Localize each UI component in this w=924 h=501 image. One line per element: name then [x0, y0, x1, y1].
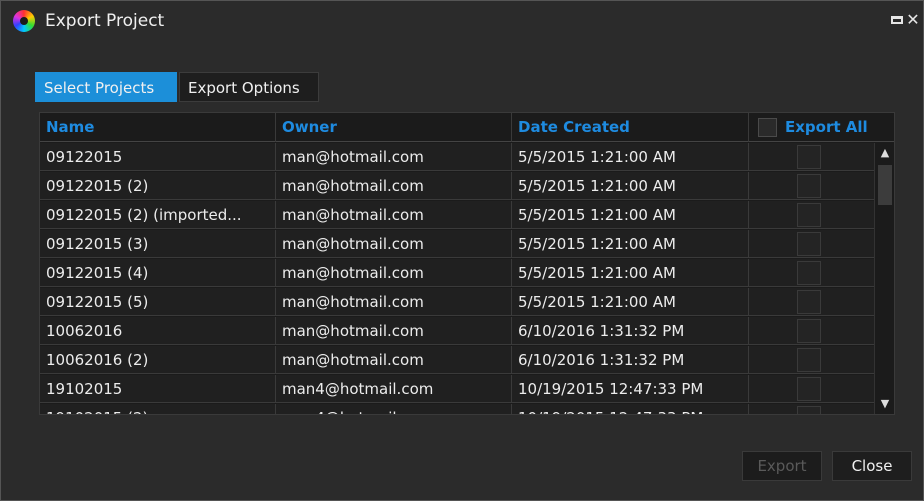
table-row[interactable]: 09122015 (4) man@hotmail.com 5/5/2015 1:21…: [40, 259, 874, 287]
column-header-date-created[interactable]: Date Created: [512, 113, 749, 142]
export-checkbox[interactable]: [797, 377, 821, 401]
cell-export: [749, 288, 874, 316]
export-button[interactable]: Export: [742, 451, 822, 481]
cell-owner: man@hotmail.com: [276, 288, 512, 316]
close-icon[interactable]: ✕: [906, 11, 920, 29]
cell-date-created: 6/10/2016 1:31:32 PM: [512, 317, 749, 345]
projects-grid: Name Owner Date Created Export All 09122…: [39, 112, 895, 415]
export-all-label: Export All: [785, 118, 868, 136]
cell-owner: man4@hotmail.com: [276, 404, 512, 414]
table-row[interactable]: 09122015 (2) man@hotmail.com 5/5/2015 1:21…: [40, 172, 874, 200]
title-bar[interactable]: Export Project ✕: [1, 1, 923, 41]
cell-export: [749, 375, 874, 403]
cell-date-created: 10/19/2015 12:47:33 PM: [512, 375, 749, 403]
cell-owner: man@hotmail.com: [276, 259, 512, 287]
grid-header: Name Owner Date Created Export All: [40, 113, 894, 142]
cell-owner: man@hotmail.com: [276, 201, 512, 229]
vertical-scrollbar[interactable]: ▲ ▼: [874, 143, 894, 414]
cell-date-created: 5/5/2015 1:21:00 AM: [512, 259, 749, 287]
export-checkbox[interactable]: [797, 174, 821, 198]
close-button[interactable]: Close: [832, 451, 912, 481]
cell-owner: man@hotmail.com: [276, 346, 512, 374]
cell-date-created: 5/5/2015 1:21:00 AM: [512, 201, 749, 229]
cell-export: [749, 201, 874, 229]
cell-owner: man@hotmail.com: [276, 230, 512, 258]
cell-name: 09122015: [40, 143, 276, 171]
cell-name: 10062016: [40, 317, 276, 345]
tab-select-projects[interactable]: Select Projects: [35, 72, 177, 102]
cell-date-created: 5/5/2015 1:21:00 AM: [512, 230, 749, 258]
dialog-title: Export Project: [45, 11, 165, 31]
cell-export: [749, 346, 874, 374]
table-row[interactable]: 09122015 (2) (imported... man@hotmail.com…: [40, 201, 874, 229]
cell-owner: man@hotmail.com: [276, 317, 512, 345]
maximize-icon[interactable]: [890, 11, 904, 29]
cell-name: 09122015 (4): [40, 259, 276, 287]
cell-date-created: 5/5/2015 1:21:00 AM: [512, 288, 749, 316]
cell-name: 09122015 (3): [40, 230, 276, 258]
export-checkbox[interactable]: [797, 145, 821, 169]
export-project-dialog: Export Project ✕ Select Projects Export …: [0, 0, 924, 501]
table-row[interactable]: 09122015 man@hotmail.com 5/5/2015 1:21:00 …: [40, 143, 874, 171]
table-row[interactable]: 19102015 man4@hotmail.com 10/19/2015 12:47…: [40, 375, 874, 403]
export-checkbox[interactable]: [797, 348, 821, 372]
cell-export: [749, 404, 874, 414]
cell-owner: man4@hotmail.com: [276, 375, 512, 403]
scroll-up-arrow-icon[interactable]: ▲: [878, 147, 892, 159]
table-row[interactable]: 09122015 (3) man@hotmail.com 5/5/2015 1:21…: [40, 230, 874, 258]
cell-date-created: 6/10/2016 1:31:32 PM: [512, 346, 749, 374]
export-checkbox[interactable]: [797, 406, 821, 414]
export-all-checkbox[interactable]: [758, 118, 777, 137]
cell-date-created: 5/5/2015 1:21:00 AM: [512, 172, 749, 200]
table-row[interactable]: 09122015 (5) man@hotmail.com 5/5/2015 1:21…: [40, 288, 874, 316]
cell-export: [749, 172, 874, 200]
scrollbar-thumb[interactable]: [878, 165, 892, 205]
column-header-owner[interactable]: Owner: [276, 113, 512, 142]
cell-export: [749, 143, 874, 171]
cell-export: [749, 230, 874, 258]
cell-name: 09122015 (5): [40, 288, 276, 316]
table-row[interactable]: 10062016 (2) man@hotmail.com 6/10/2016 1:3…: [40, 346, 874, 374]
cell-name: 19102015: [40, 375, 276, 403]
cell-export: [749, 317, 874, 345]
cell-date-created: 10/19/2015 12:47:33 PM: [512, 404, 749, 414]
tab-export-options[interactable]: Export Options: [179, 72, 319, 102]
column-header-name[interactable]: Name: [40, 113, 276, 142]
export-checkbox[interactable]: [797, 203, 821, 227]
cell-owner: man@hotmail.com: [276, 143, 512, 171]
cell-name: 09122015 (2): [40, 172, 276, 200]
table-row[interactable]: 10062016 man@hotmail.com 6/10/2016 1:31:32…: [40, 317, 874, 345]
export-checkbox[interactable]: [797, 290, 821, 314]
table-row[interactable]: 19102015 (2)man4@hotmail.com10/19/2015 1…: [40, 404, 874, 414]
cell-name: 09122015 (2) (imported...: [40, 201, 276, 229]
cell-export: [749, 259, 874, 287]
cell-name: 19102015 (2): [40, 404, 276, 414]
cell-name: 10062016 (2): [40, 346, 276, 374]
cell-owner: man@hotmail.com: [276, 172, 512, 200]
scroll-down-arrow-icon[interactable]: ▼: [878, 398, 892, 410]
export-checkbox[interactable]: [797, 261, 821, 285]
cell-date-created: 5/5/2015 1:21:00 AM: [512, 143, 749, 171]
column-header-export-all: Export All: [749, 113, 874, 142]
color-wheel-icon: [13, 10, 35, 32]
export-checkbox[interactable]: [797, 232, 821, 256]
export-checkbox[interactable]: [797, 319, 821, 343]
